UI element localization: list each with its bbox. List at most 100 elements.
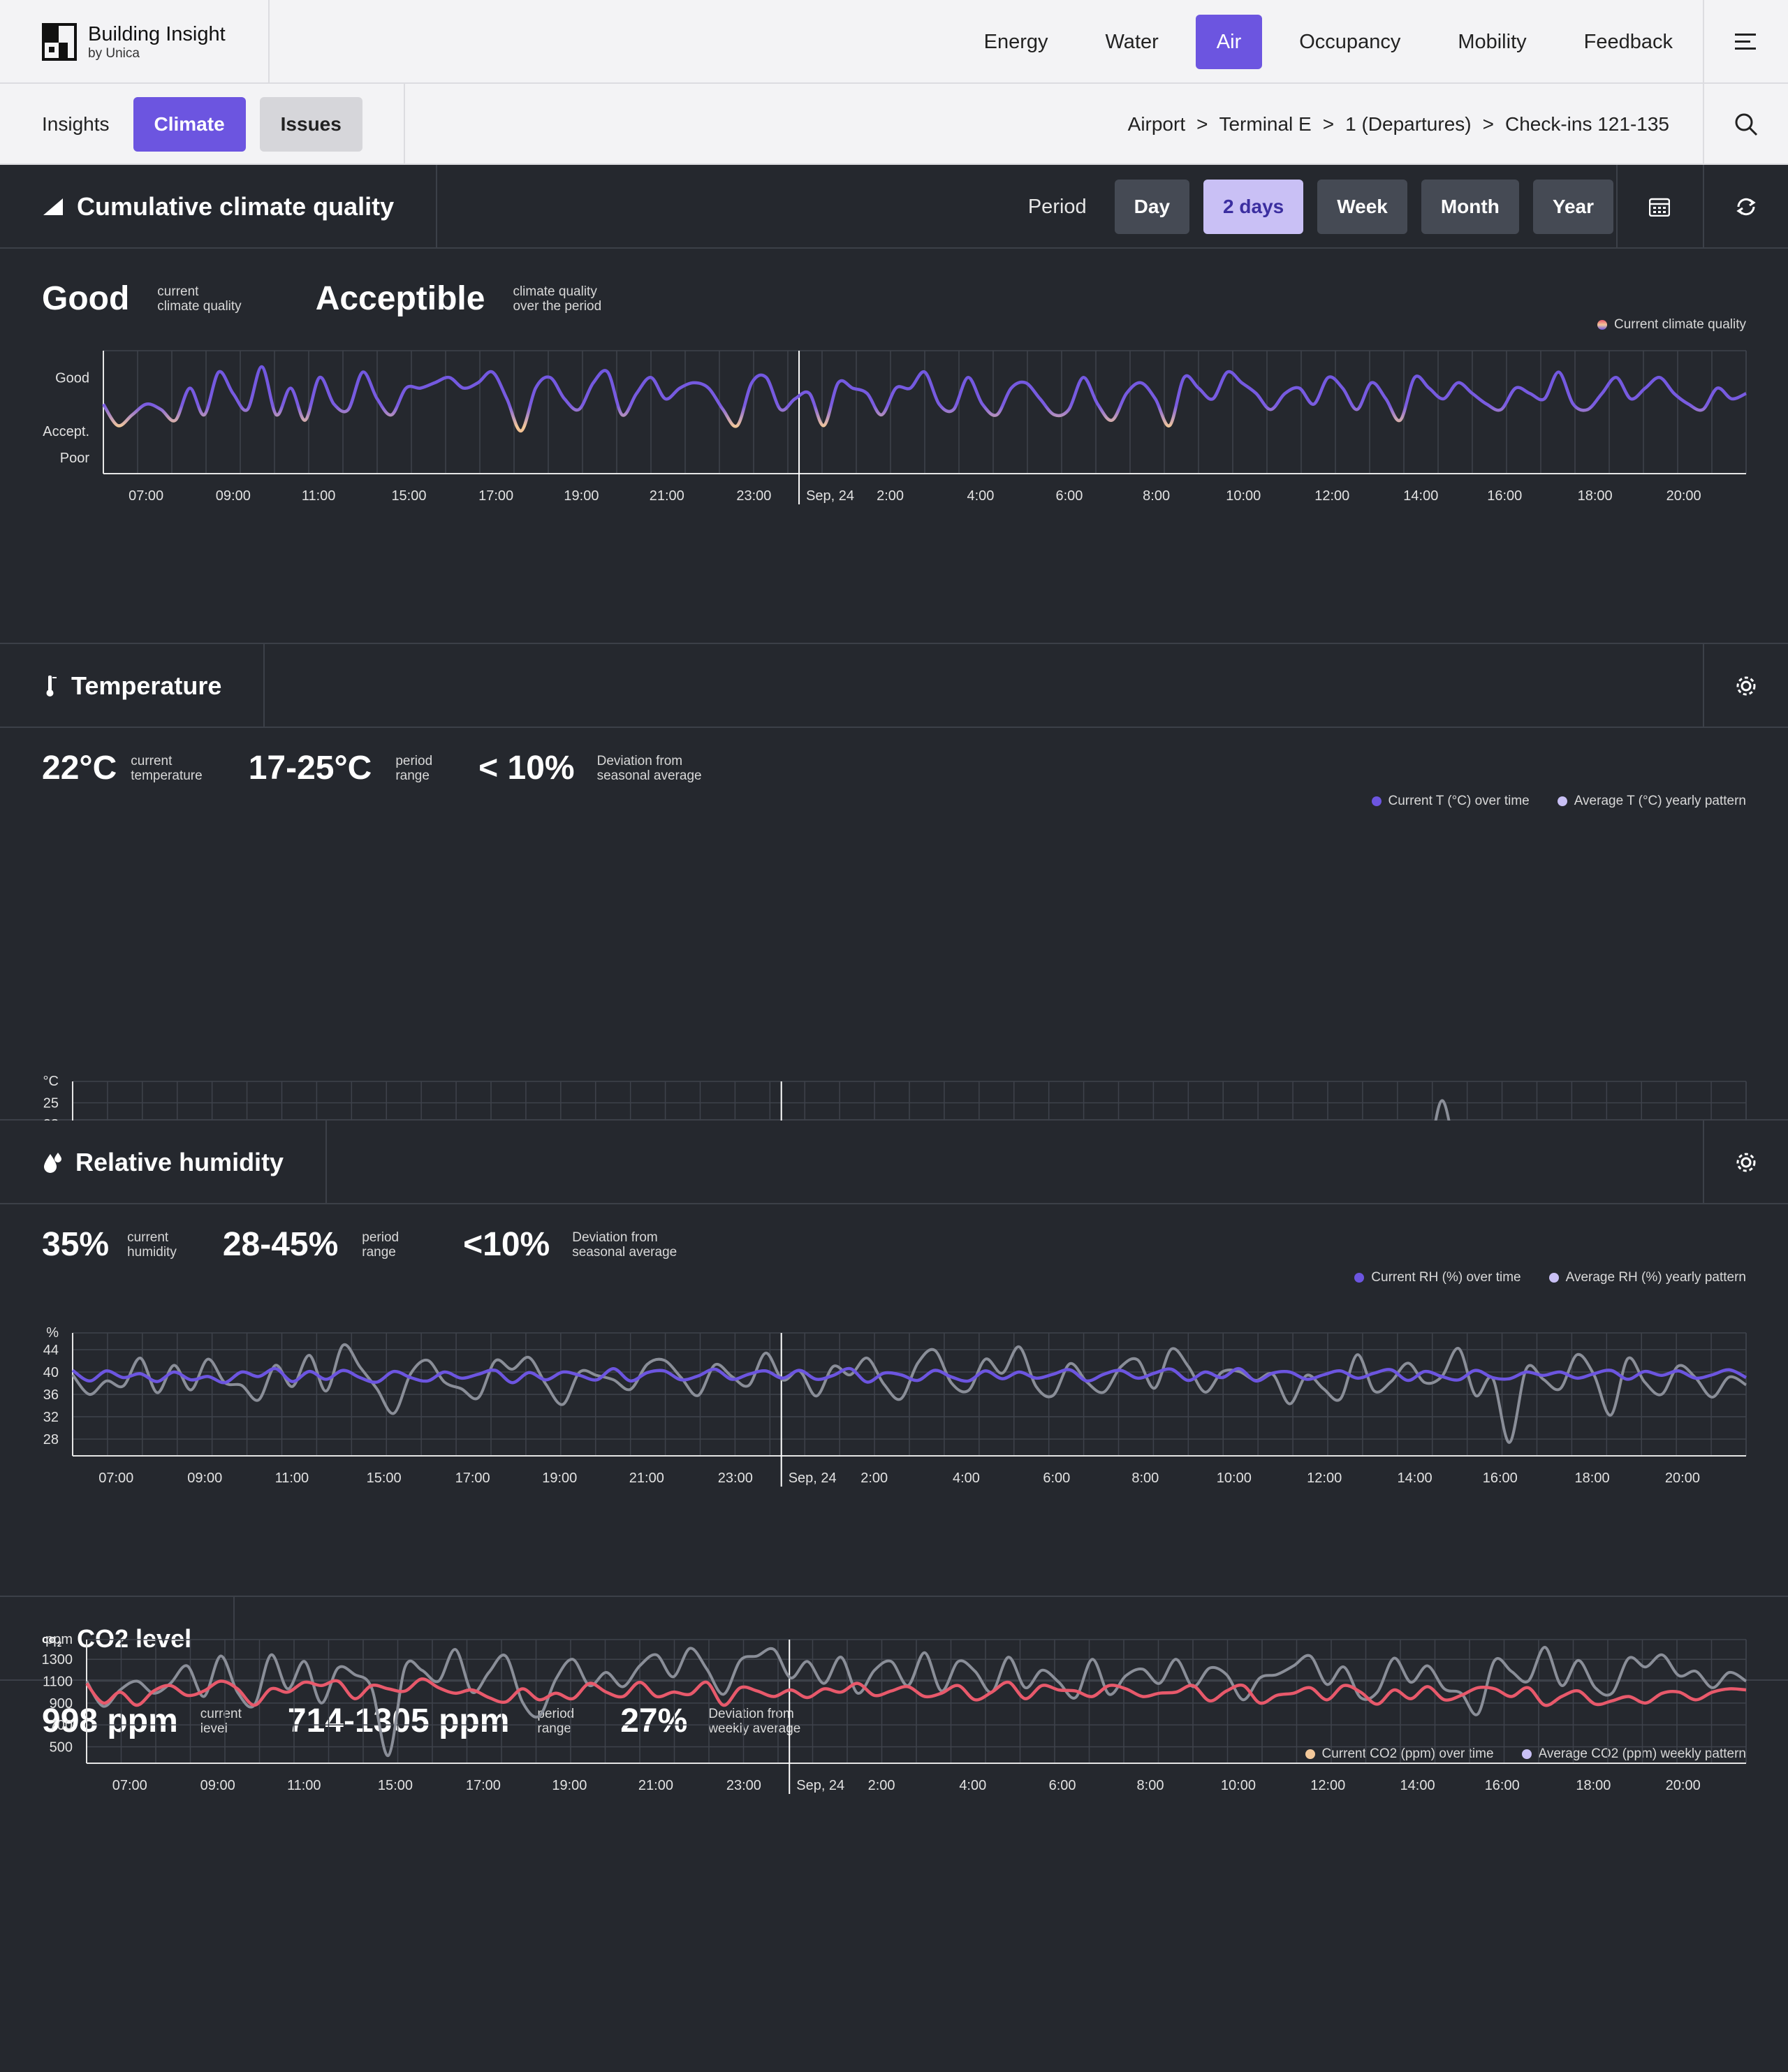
x-tick-label: 2:00 <box>860 1471 888 1486</box>
nav-occupancy[interactable]: Occupancy <box>1271 15 1428 69</box>
x-tick-label: 18:00 <box>1578 488 1613 504</box>
tab-issues[interactable]: Issues <box>259 97 362 152</box>
top-navigation: Building Insight by Unica Energy Water A… <box>0 0 1788 84</box>
x-tick-label: 11:00 <box>275 1471 309 1486</box>
humidity-chart[interactable]: 44 40 36 32 28% 07:00 09:00 11:00 15:00 17:00 19:0… <box>0 1121 1788 1597</box>
x-tick-label: 23:00 <box>736 488 771 504</box>
x-tick-label: 12:00 <box>1310 1778 1345 1793</box>
menu-button[interactable] <box>1703 0 1788 84</box>
y-tick-label: 28 <box>43 1432 59 1447</box>
x-tick-label: 12:00 <box>1307 1471 1342 1486</box>
breadcrumb-item[interactable]: Check-ins 121-135 <box>1505 113 1669 136</box>
x-tick-label: 16:00 <box>1487 488 1522 504</box>
x-tick-label: 18:00 <box>1575 1471 1610 1486</box>
temperature-panel: Temperature 22°C current temperature 17-2… <box>0 644 1788 1121</box>
breadcrumb-item[interactable]: Airport <box>1128 113 1185 136</box>
breadcrumb-separator: > <box>1322 113 1335 135</box>
x-tick-label: 21:00 <box>629 1471 664 1486</box>
x-tick-label: 10:00 <box>1221 1778 1256 1793</box>
x-tick-label: 6:00 <box>1043 1471 1070 1486</box>
x-tick-label: 11:00 <box>302 488 336 504</box>
breadcrumb-separator: > <box>1196 113 1208 135</box>
x-tick-label: 15:00 <box>367 1471 402 1486</box>
x-tick-label: 18:00 <box>1576 1778 1611 1793</box>
x-tick-label: 8:00 <box>1131 1471 1159 1486</box>
x-tick-label: 17:00 <box>455 1471 490 1486</box>
y-tick-label: 1100 <box>43 1675 73 1690</box>
x-tick-label: 2:00 <box>877 488 904 504</box>
x-tick-label: 4:00 <box>967 488 994 504</box>
y-tick-label: 700 <box>50 1718 73 1733</box>
x-tick-label: 07:00 <box>98 1471 133 1486</box>
x-tick-label: 09:00 <box>216 488 251 504</box>
chart-grid <box>72 1081 1747 1121</box>
chart-body: Good Accept. Poor 07:00 09:00 11:00 15:00 17:00… <box>43 350 1747 504</box>
x-tick-label: 14:00 <box>1400 1778 1435 1793</box>
x-tick-label: 15:00 <box>378 1778 413 1793</box>
humidity-panel: Relative humidity 35% current humidity 28… <box>0 1121 1788 1597</box>
tab-climate[interactable]: Climate <box>133 97 246 152</box>
breadcrumb-separator: > <box>1482 113 1494 135</box>
chart-grid <box>103 350 1747 474</box>
search-button[interactable] <box>1703 84 1788 165</box>
nav-air[interactable]: Air <box>1195 15 1263 69</box>
breadcrumb-item[interactable]: Terminal E <box>1219 113 1311 136</box>
x-tick-label: 07:00 <box>129 488 163 504</box>
x-tick-label: 16:00 <box>1483 1471 1518 1486</box>
y-tick-label: Good <box>55 370 89 386</box>
x-tick-label: 20:00 <box>1666 1778 1701 1793</box>
climate-quality-panel: Cumulative climate quality Period Day 2 … <box>0 165 1788 644</box>
x-tick-label: 20:00 <box>1665 1471 1700 1486</box>
x-tick-label: 4:00 <box>959 1778 986 1793</box>
building-logo-icon <box>42 23 77 61</box>
temperature-chart[interactable]: 2523211917°C07:0009:0011:0015:0017:0019:… <box>0 644 1788 1121</box>
y-tick-label: 1300 <box>42 1652 73 1668</box>
nav-mobility[interactable]: Mobility <box>1430 15 1554 69</box>
nav-water[interactable]: Water <box>1078 15 1187 69</box>
y-tick-label: 44 <box>43 1343 59 1358</box>
nav-feedback[interactable]: Feedback <box>1556 15 1701 69</box>
y-tick-label: Accept. <box>43 424 89 439</box>
x-tick-label: Sep, 24 <box>806 488 854 504</box>
y-tick-label: 900 <box>50 1696 73 1712</box>
y-tick-label: 32 <box>43 1410 59 1425</box>
chart-body: 2523211917°C07:0009:0011:0015:0017:0019:… <box>43 1074 1747 1121</box>
y-unit-label: ppm <box>45 1632 73 1647</box>
x-tick-label: 19:00 <box>564 488 599 504</box>
x-tick-label: 09:00 <box>187 1471 222 1486</box>
y-tick-label: Poor <box>60 451 90 466</box>
brand-byline: by Unica <box>88 46 140 61</box>
climate-quality-chart[interactable]: Good Accept. Poor 07:00 09:00 11:00 15:00 17:00… <box>0 165 1788 644</box>
y-unit-label: °C <box>43 1074 59 1089</box>
breadcrumb: Airport > Terminal E > 1 (Departures) > … <box>1128 84 1669 165</box>
x-tick-label: 20:00 <box>1666 488 1701 504</box>
x-tick-label: 10:00 <box>1217 1471 1252 1486</box>
x-tick-label: 17:00 <box>466 1778 501 1793</box>
tab-insights[interactable]: Insights <box>42 97 110 152</box>
chart-grid <box>72 1332 1747 1456</box>
x-tick-label: 09:00 <box>200 1778 235 1793</box>
nav-energy[interactable]: Energy <box>956 15 1076 69</box>
brand-name: Building Insight <box>88 23 226 45</box>
x-tick-label: 14:00 <box>1398 1471 1432 1486</box>
co2-chart[interactable]: 1300 1100 900 700 500 ppm 07:00 09:00 11:00 15:00… <box>0 1597 1788 2072</box>
x-tick-label: 07:00 <box>112 1778 147 1793</box>
x-tick-label: 15:00 <box>391 488 426 504</box>
x-tick-label: 21:00 <box>650 488 684 504</box>
x-tick-label: 12:00 <box>1314 488 1349 504</box>
x-tick-label: 10:00 <box>1226 488 1261 504</box>
x-tick-label: 19:00 <box>542 1471 577 1486</box>
x-tick-label: Sep, 24 <box>789 1471 837 1486</box>
co2-panel: co 2 CO2 level 998 ppm current level 714-… <box>0 1597 1788 2072</box>
x-tick-label: Sep, 24 <box>796 1778 844 1793</box>
x-tick-label: 23:00 <box>718 1471 753 1486</box>
x-tick-label: 19:00 <box>552 1778 587 1793</box>
x-tick-label: 11:00 <box>287 1778 321 1793</box>
menu-icon <box>1735 34 1756 50</box>
x-tick-label: 23:00 <box>726 1778 761 1793</box>
y-tick-label: 40 <box>43 1365 59 1380</box>
brand[interactable]: Building Insight by Unica <box>0 0 270 84</box>
x-tick-label: 6:00 <box>1049 1778 1076 1793</box>
x-tick-label: 8:00 <box>1137 1778 1164 1793</box>
breadcrumb-item[interactable]: 1 (Departures) <box>1345 113 1472 136</box>
